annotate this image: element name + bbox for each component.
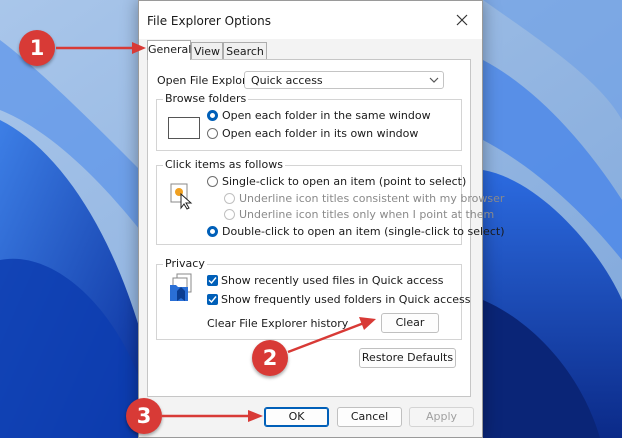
browse-folders-title: Browse folders — [163, 92, 249, 105]
privacy-files-icon — [170, 273, 192, 301]
radio-own-window[interactable] — [207, 128, 218, 139]
radio-double-click[interactable] — [207, 226, 218, 237]
cancel-button[interactable]: Cancel — [337, 407, 402, 427]
double-click-label: Double-click to open an item (single-cli… — [222, 225, 505, 238]
chevron-down-icon — [429, 77, 439, 83]
open-to-dropdown[interactable]: Quick access — [244, 71, 444, 89]
radio-underline-point[interactable] — [224, 209, 235, 220]
step-3-badge: 3 — [126, 398, 162, 434]
underline-point-label: Underline icon titles only when I point … — [239, 208, 495, 221]
close-icon — [456, 14, 468, 26]
privacy-title: Privacy — [163, 257, 207, 270]
step-2-badge: 2 — [252, 340, 288, 376]
checkbox-recent-files[interactable] — [207, 275, 218, 286]
radio-underline-browser[interactable] — [224, 193, 235, 204]
open-to-value: Quick access — [251, 74, 323, 87]
checkmark-icon — [208, 277, 217, 285]
step-2-arrow-icon — [287, 317, 376, 354]
window-preview-icon — [168, 117, 200, 139]
own-window-label: Open each folder in its own window — [222, 127, 419, 140]
checkmark-icon — [208, 296, 217, 304]
tab-general[interactable]: General — [147, 40, 191, 60]
click-items-title: Click items as follows — [163, 158, 285, 171]
click-items-group: Click items as follows Single-click to o… — [156, 158, 504, 245]
underline-browser-label: Underline icon titles consistent with my… — [239, 192, 505, 205]
window-title: File Explorer Options — [147, 14, 271, 28]
step-1-badge: 1 — [19, 30, 55, 66]
tab-view[interactable]: View — [191, 42, 223, 59]
pointer-click-icon — [170, 183, 193, 210]
browse-folders-group: Browse folders Open each folder in the s… — [156, 92, 462, 151]
file-explorer-options-dialog: File Explorer Options General View Searc… — [138, 0, 504, 438]
recent-files-label: Show recently used files in Quick access — [221, 274, 444, 287]
clear-history-button[interactable]: Clear — [381, 313, 439, 333]
step-1-arrow-icon — [56, 42, 146, 54]
same-window-label: Open each folder in the same window — [222, 109, 431, 122]
checkbox-frequent-folders[interactable] — [207, 294, 218, 305]
title-bar[interactable]: File Explorer Options — [139, 1, 482, 39]
step-3-arrow-icon — [162, 410, 263, 422]
radio-single-click[interactable] — [207, 176, 218, 187]
ok-button[interactable]: OK — [264, 407, 329, 427]
radio-same-window[interactable] — [207, 110, 218, 121]
frequent-folders-label: Show frequently used folders in Quick ac… — [221, 293, 471, 306]
apply-button[interactable]: Apply — [409, 407, 474, 427]
tab-search[interactable]: Search — [223, 42, 267, 59]
single-click-label: Single-click to open an item (point to s… — [222, 175, 467, 188]
close-button[interactable] — [442, 1, 482, 39]
